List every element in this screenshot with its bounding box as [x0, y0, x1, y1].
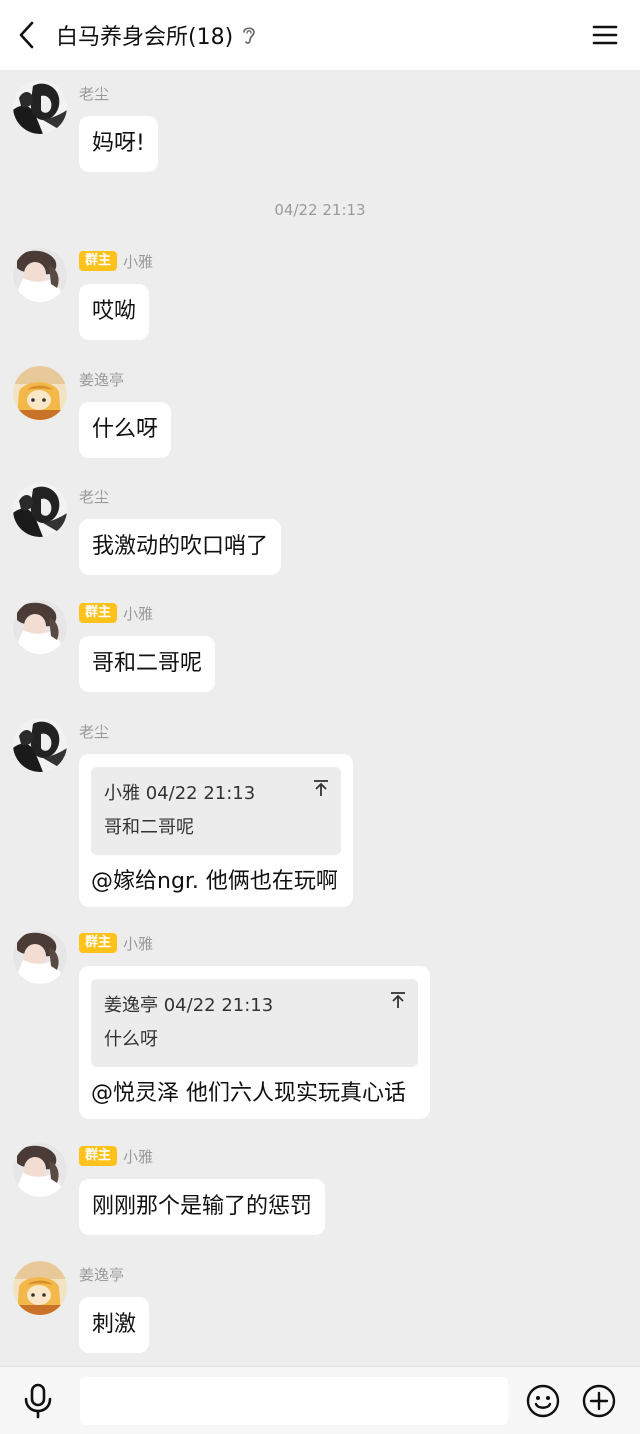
message-meta: 老尘 — [79, 720, 109, 742]
message-input[interactable] — [80, 1377, 508, 1425]
pin-top-icon — [314, 780, 328, 796]
page-title: 白马养身会所(18) — [56, 25, 234, 50]
avatar-jiangyiting[interactable] — [13, 1261, 67, 1315]
sender-name: 老尘 — [79, 722, 110, 741]
message-bubble[interactable]: 哥和二哥呢 — [79, 636, 216, 692]
sender-name: 小雅 — [123, 934, 154, 953]
message-meta: 群主 小雅 — [79, 1145, 153, 1167]
message-text: 刺激 — [92, 1312, 137, 1337]
message-meta: 群主 小雅 — [79, 932, 153, 954]
emoji-icon — [526, 1384, 560, 1418]
back-button[interactable] — [0, 0, 52, 70]
menu-button[interactable] — [592, 22, 618, 48]
message-text: 什么呀 — [92, 417, 159, 442]
message-bubble[interactable]: 刚刚那个是输了的惩罚 — [79, 1179, 326, 1235]
sender-name: 姜逸亭 — [79, 370, 125, 389]
message-text: 哥和二哥呢 — [92, 651, 203, 676]
owner-badge: 群主 — [79, 1146, 118, 1166]
message-text: 刚刚那个是输了的惩罚 — [92, 1194, 313, 1219]
voice-button[interactable] — [22, 1383, 54, 1423]
message-bubble[interactable]: 姜逸亭 04/22 21:13 什么呀 @悦灵泽 他们六人现实玩真心话 — [79, 966, 430, 1119]
chat-header: 白马养身会所(18) — [0, 0, 640, 70]
message-meta: 群主 小雅 — [79, 250, 153, 272]
owner-badge: 群主 — [79, 933, 118, 953]
sender-name: 老尘 — [79, 84, 110, 103]
avatar-xiaoya[interactable] — [13, 600, 67, 654]
message-text: @悦灵泽 他们六人现实玩真心话 — [91, 1081, 406, 1106]
message-text: 我激动的吹口哨了 — [92, 534, 269, 559]
more-button[interactable] — [582, 1384, 616, 1422]
quoted-message[interactable]: 小雅 04/22 21:13 哥和二哥呢 — [91, 767, 341, 855]
quote-text: 什么呀 — [104, 1029, 158, 1050]
avatar-laochen[interactable] — [13, 80, 67, 134]
avatar-laochen[interactable] — [13, 718, 67, 772]
message-text: @嫁给ngr. 他俩也在玩啊 — [91, 869, 338, 894]
quote-header: 姜逸亭 04/22 21:13 — [104, 995, 274, 1016]
message-meta: 姜逸亭 — [79, 1263, 124, 1285]
message-text: 哎呦 — [92, 299, 137, 324]
message-bubble[interactable]: 哎呦 — [79, 284, 150, 340]
avatar-xiaoya[interactable] — [13, 248, 67, 302]
owner-badge: 群主 — [79, 251, 118, 271]
sender-name: 小雅 — [123, 252, 154, 271]
sender-name: 老尘 — [79, 487, 110, 506]
emoji-button[interactable] — [526, 1384, 560, 1422]
microphone-icon — [24, 1383, 52, 1419]
chat-message-list[interactable]: 老尘 妈呀! 04/22 21:13 群主 小雅 哎呦 姜逸亭 什么呀 老尘 我… — [0, 70, 640, 1366]
message-bubble[interactable]: 妈呀! — [79, 116, 158, 172]
menu-icon — [592, 25, 618, 45]
message-meta: 老尘 — [79, 82, 109, 104]
pin-top-icon — [391, 992, 405, 1008]
quoted-message[interactable]: 姜逸亭 04/22 21:13 什么呀 — [91, 979, 418, 1067]
message-meta: 姜逸亭 — [79, 368, 124, 390]
sender-name: 小雅 — [123, 1147, 154, 1166]
message-meta: 群主 小雅 — [79, 602, 153, 624]
message-text: 妈呀! — [92, 131, 145, 156]
message-meta: 老尘 — [79, 485, 109, 507]
timestamp-divider: 04/22 21:13 — [274, 201, 366, 219]
plus-circle-icon — [582, 1384, 616, 1418]
avatar-xiaoya[interactable] — [13, 930, 67, 984]
ear-icon — [241, 24, 257, 46]
sender-name: 姜逸亭 — [79, 1265, 125, 1284]
input-bar — [0, 1366, 640, 1434]
message-bubble[interactable]: 小雅 04/22 21:13 哥和二哥呢 @嫁给ngr. 他俩也在玩啊 — [79, 754, 353, 907]
avatar-xiaoya[interactable] — [13, 1143, 67, 1197]
message-bubble[interactable]: 什么呀 — [79, 402, 172, 458]
avatar-laochen[interactable] — [13, 483, 67, 537]
owner-badge: 群主 — [79, 603, 118, 623]
quote-header: 小雅 04/22 21:13 — [104, 783, 256, 804]
avatar-jiangyiting[interactable] — [13, 366, 67, 420]
message-bubble[interactable]: 我激动的吹口哨了 — [79, 519, 282, 575]
quote-text: 哥和二哥呢 — [104, 817, 194, 838]
message-bubble[interactable]: 刺激 — [79, 1297, 150, 1353]
sender-name: 小雅 — [123, 604, 154, 623]
back-arrow-icon — [19, 21, 34, 49]
